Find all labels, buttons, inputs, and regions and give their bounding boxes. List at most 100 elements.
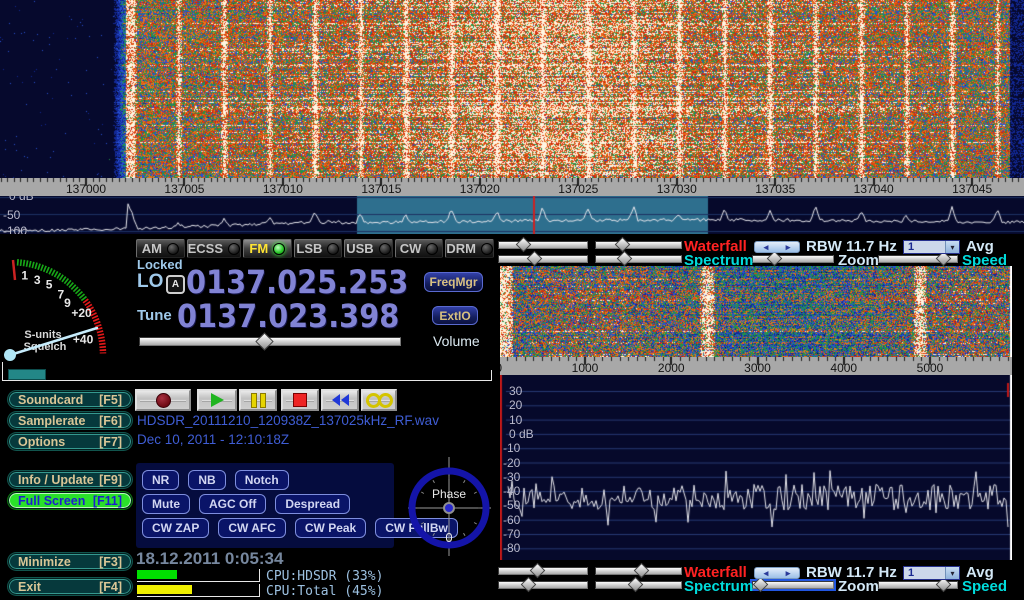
play-button[interactable]: [197, 389, 237, 411]
spectrum-range-slider-thumb[interactable]: [617, 251, 633, 267]
dropdown-arrow-icon[interactable]: ▾: [945, 241, 959, 253]
waterfall-brightness-slider[interactable]: [498, 241, 588, 249]
rbw-spinner[interactable]: ◂▸: [754, 241, 800, 253]
volume-slider-thumb[interactable]: [255, 332, 273, 350]
rf-waterfall-display[interactable]: [0, 0, 1024, 178]
avg-select[interactable]: 1▾: [903, 240, 960, 254]
mode-button-label: LSB: [296, 241, 322, 256]
waterfall-contrast-slider[interactable]: [595, 241, 682, 249]
minimize-button[interactable]: Minimize[F3]: [8, 553, 132, 570]
smeter-scale-label: 9: [64, 296, 71, 310]
mode-button-fm[interactable]: FM: [243, 239, 292, 258]
extio-button[interactable]: ExtIO: [432, 306, 478, 325]
rbw-spinner[interactable]: ◂▸: [754, 567, 800, 579]
phase-value: 0: [445, 530, 452, 545]
mode-button-lsb[interactable]: LSB: [294, 239, 343, 258]
zoom-slider-thumb[interactable]: [753, 577, 769, 593]
rf-frequency-scale[interactable]: 1370001370051370101370151370201370251370…: [0, 178, 1024, 196]
spinner-left-arrow-icon[interactable]: ◂: [764, 568, 769, 579]
lo-frequency-readout[interactable]: 0137.025.253: [186, 266, 408, 298]
mode-button-cw[interactable]: CW: [395, 239, 444, 258]
menu-button-label: Info / Update: [18, 473, 94, 487]
waterfall-contrast-slider[interactable]: [595, 567, 682, 575]
menu-button-label: Minimize: [18, 555, 71, 569]
info-update-button[interactable]: Info / Update[F9]: [8, 471, 132, 488]
s-meter[interactable]: 13579+20+40 S-units Squelch: [2, 239, 132, 369]
freq-tick-label: 137010: [263, 182, 303, 196]
agc-off-button[interactable]: AGC Off: [199, 494, 266, 514]
despread-button[interactable]: Despread: [275, 494, 350, 514]
volume-slider[interactable]: [139, 337, 401, 346]
menu-button-key: [F6]: [99, 414, 122, 428]
pause-button[interactable]: [239, 389, 277, 411]
mode-button-am[interactable]: AM: [136, 239, 185, 258]
dropdown-arrow-icon[interactable]: ▾: [945, 567, 959, 579]
spinner-left-arrow-icon[interactable]: ◂: [764, 242, 769, 253]
dsp-row: NR NB Notch: [142, 470, 289, 490]
spinner-right-arrow-icon[interactable]: ▸: [786, 242, 791, 253]
db-tick-label: -100: [3, 224, 27, 234]
mute-button[interactable]: Mute: [142, 494, 190, 514]
zoom-slider[interactable]: [752, 581, 834, 589]
waterfall-brightness-slider-thumb[interactable]: [530, 563, 546, 579]
mode-led-icon: [481, 243, 493, 255]
lo-agc-badge[interactable]: A: [166, 275, 185, 294]
tune-label: Tune: [137, 307, 172, 324]
mode-button-drm[interactable]: DRM: [445, 239, 494, 258]
spectrum-range-slider[interactable]: [595, 255, 682, 263]
spectrum-gain-slider[interactable]: [498, 581, 588, 589]
cw-afc-button[interactable]: CW AFC: [218, 518, 286, 538]
waterfall-brightness-slider[interactable]: [498, 567, 588, 575]
options-button[interactable]: Options[F7]: [8, 433, 132, 450]
volume-label: Volume: [433, 333, 480, 349]
full-screen-button[interactable]: Full Screen[F11]: [8, 492, 132, 509]
speed-slider[interactable]: [878, 581, 958, 589]
waterfall-contrast-slider-thumb[interactable]: [634, 563, 650, 579]
spinner-right-arrow-icon[interactable]: ▸: [786, 568, 791, 579]
stop-button[interactable]: [281, 389, 319, 411]
exit-button[interactable]: Exit[F4]: [8, 578, 132, 595]
waterfall-contrast-slider-thumb[interactable]: [615, 237, 631, 253]
db-tick-label: -60: [503, 513, 520, 527]
mode-led-icon: [228, 243, 240, 255]
squelch-slider-handle[interactable]: [8, 369, 46, 380]
speed-slider[interactable]: [878, 255, 958, 263]
tune-frequency-readout[interactable]: 0137.023.398: [177, 300, 399, 332]
mode-button-label: FM: [249, 241, 268, 256]
zoom-slider-thumb[interactable]: [767, 251, 783, 267]
nr-button[interactable]: NR: [142, 470, 179, 490]
audio-spectrum-display[interactable]: 3020100 dB-10-20-30-40-50-60-70-80: [500, 375, 1012, 560]
audio-waterfall-display[interactable]: [500, 266, 1012, 357]
spectrum-gain-slider-thumb[interactable]: [527, 251, 543, 267]
cw-zap-button[interactable]: CW ZAP: [142, 518, 209, 538]
soundcard-button[interactable]: Soundcard[F5]: [8, 391, 132, 408]
spectrum-gain-slider-thumb[interactable]: [521, 577, 537, 593]
waterfall-brightness-slider-thumb[interactable]: [516, 237, 532, 253]
squelch-slider-track[interactable]: [2, 380, 492, 381]
dsp-row: Mute AGC Off Despread: [142, 494, 350, 514]
spectrum-range-slider[interactable]: [595, 581, 682, 589]
rewind-icon: [332, 394, 349, 406]
notch-button[interactable]: Notch: [235, 470, 289, 490]
avg-select[interactable]: 1▾: [903, 566, 960, 580]
cpu-hdsdr-label: CPU:HDSDR (33%): [266, 569, 383, 584]
phase-tick: [474, 492, 477, 494]
freqmgr-button[interactable]: FreqMgr: [424, 272, 483, 292]
spectrum-range-slider-thumb[interactable]: [628, 577, 644, 593]
squelch-track-left-cap: [2, 362, 3, 381]
samplerate-button[interactable]: Samplerate[F6]: [8, 412, 132, 429]
zoom-slider[interactable]: [752, 255, 834, 263]
mode-button-ecss[interactable]: ECSS: [187, 239, 241, 258]
spectrum-gain-slider[interactable]: [498, 255, 588, 263]
nb-button[interactable]: NB: [188, 470, 225, 490]
mode-button-usb[interactable]: USB: [344, 239, 393, 258]
loop-button[interactable]: [361, 389, 397, 411]
audio-frequency-scale[interactable]: 010002000300040005000: [500, 357, 1012, 375]
phase-tick: [421, 492, 424, 494]
menu-button-key: [F7]: [99, 435, 122, 449]
record-button[interactable]: [135, 389, 191, 411]
mode-button-label: AM: [142, 241, 162, 256]
cw-peak-button[interactable]: CW Peak: [295, 518, 366, 538]
rewind-button[interactable]: [321, 389, 359, 411]
rf-spectrum-display[interactable]: 0 dB-50-100: [0, 196, 1024, 234]
